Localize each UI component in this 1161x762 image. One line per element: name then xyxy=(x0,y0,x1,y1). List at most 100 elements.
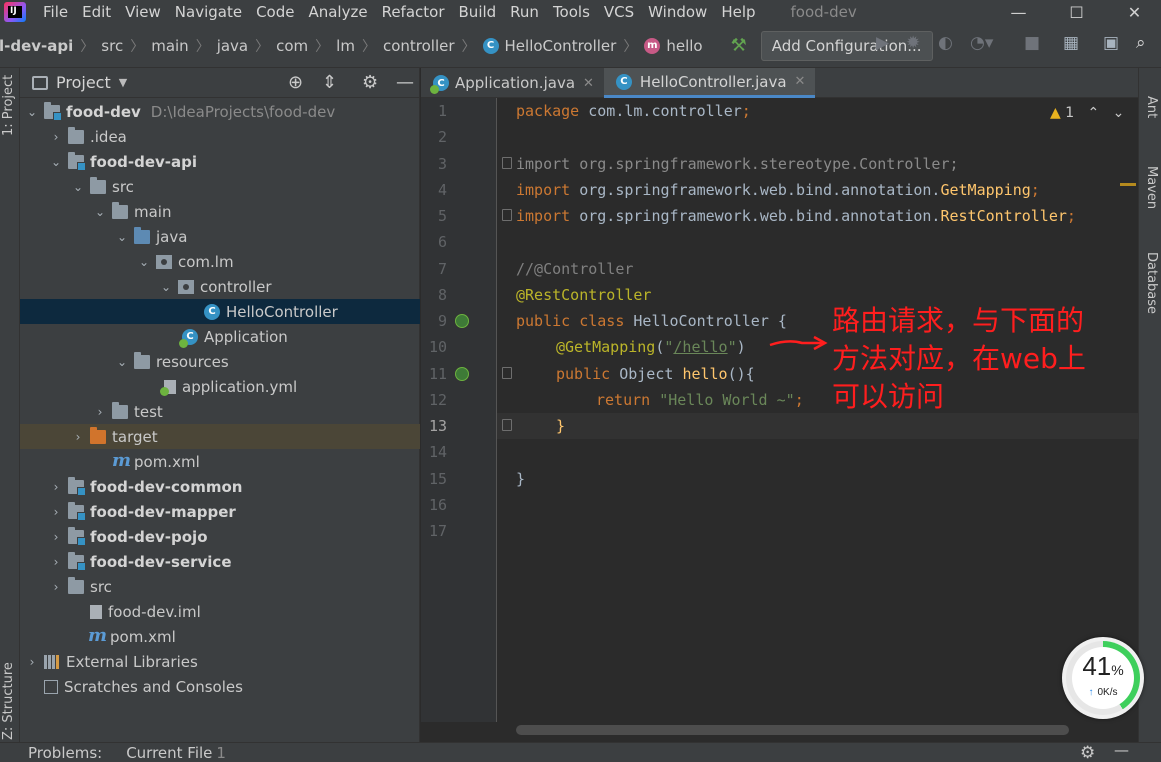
menu-navigate[interactable]: Navigate xyxy=(168,3,249,21)
menu-vcs[interactable]: VCS xyxy=(597,3,641,21)
breadcrumb-main[interactable]: main xyxy=(149,37,190,55)
chevron-right-icon[interactable]: › xyxy=(48,580,64,594)
ant-tool-tab[interactable]: Ant xyxy=(1144,96,1159,118)
project-structure-icon[interactable]: ▦ xyxy=(1063,33,1079,53)
spring-mapping-gutter-icon[interactable] xyxy=(455,367,469,381)
chevron-right-icon[interactable]: › xyxy=(48,130,64,144)
menu-analyze[interactable]: Analyze xyxy=(301,3,374,21)
tree-item-target[interactable]: › target xyxy=(20,424,420,449)
breadcrumb-class[interactable]: C HelloController xyxy=(481,37,619,55)
debug-icon[interactable]: ✹ xyxy=(906,33,920,53)
chevron-right-icon[interactable]: › xyxy=(24,655,40,669)
chevron-down-icon[interactable]: ⌄ xyxy=(70,180,86,194)
menu-build[interactable]: Build xyxy=(452,3,504,21)
gear-icon[interactable]: ⚙ xyxy=(362,72,378,93)
locate-file-icon[interactable]: ⊕ xyxy=(288,72,303,93)
horizontal-scrollbar[interactable] xyxy=(516,725,1069,735)
project-tool-tab[interactable]: 1: Project xyxy=(1,75,16,136)
tree-item-root-pom-xml[interactable]: ›mpom.xml xyxy=(20,624,420,649)
tree-item-controller[interactable]: ⌄ controller xyxy=(20,274,420,299)
current-file-tab[interactable]: Current File 1 xyxy=(126,744,226,762)
menu-file[interactable]: File xyxy=(36,3,75,21)
breadcrumb-src[interactable]: src xyxy=(99,37,125,55)
problems-tab[interactable]: Problems: xyxy=(28,744,102,762)
chevron-down-icon[interactable]: ⌄ xyxy=(114,230,130,244)
tree-item-food-dev-service[interactable]: › food-dev-service xyxy=(20,549,420,574)
close-tab-icon[interactable]: ✕ xyxy=(795,74,806,89)
tree-item-java[interactable]: ⌄ java xyxy=(20,224,420,249)
error-stripe-marker[interactable] xyxy=(1120,183,1136,186)
minimize-button[interactable]: — xyxy=(992,0,1045,24)
tree-item-external-libraries[interactable]: › External Libraries xyxy=(20,649,420,674)
run-icon[interactable]: ▶ xyxy=(876,33,889,53)
chevron-down-icon[interactable]: ⌄ xyxy=(136,255,152,269)
fold-marker-icon[interactable] xyxy=(502,157,512,169)
chevron-down-icon[interactable]: ⌄ xyxy=(48,155,64,169)
previous-highlight-icon[interactable]: ⌃ xyxy=(1088,105,1100,121)
menu-edit[interactable]: Edit xyxy=(75,3,118,21)
tab-hellocontroller-java[interactable]: C HelloController.java ✕ xyxy=(603,68,816,98)
tree-item-food-dev-iml[interactable]: ›food-dev.iml xyxy=(20,599,420,624)
spring-bean-gutter-icon[interactable] xyxy=(455,314,469,328)
menu-tools[interactable]: Tools xyxy=(546,3,597,21)
chevron-down-icon[interactable]: ⌄ xyxy=(24,105,40,119)
chevron-right-icon[interactable]: › xyxy=(48,505,64,519)
tree-item-main[interactable]: ⌄ main xyxy=(20,199,420,224)
tree-item-food-dev[interactable]: ⌄ food-dev D:\IdeaProjects\food-dev xyxy=(20,99,420,124)
gear-icon[interactable]: ⚙ xyxy=(1080,743,1095,762)
breadcrumb-lm[interactable]: lm xyxy=(334,37,357,55)
database-tool-tab[interactable]: Database xyxy=(1144,252,1159,314)
breadcrumb-module[interactable]: l-dev-api xyxy=(0,37,75,55)
tree-item-food-dev-api[interactable]: ⌄ food-dev-api xyxy=(20,149,420,174)
menu-view[interactable]: View xyxy=(118,3,168,21)
stop-icon[interactable]: ■ xyxy=(1024,33,1040,53)
next-highlight-icon[interactable]: ⌄ xyxy=(1113,105,1125,121)
tree-item-hellocontroller[interactable]: ›CHelloController xyxy=(20,299,420,324)
structure-tool-tab[interactable]: Z: Structure xyxy=(1,662,16,740)
chevron-down-icon[interactable]: ⌄ xyxy=(158,280,174,294)
chevron-down-icon[interactable]: ⌄ xyxy=(114,355,130,369)
menu-code[interactable]: Code xyxy=(249,3,301,21)
tree-item-com-lm[interactable]: ⌄ com.lm xyxy=(20,249,420,274)
tab-application-java[interactable]: C Application.java ✕ xyxy=(421,68,604,98)
collapse-all-icon[interactable]: ⇕ xyxy=(322,72,337,93)
tree-item-scratches[interactable]: ›Scratches and Consoles xyxy=(20,674,420,699)
project-view-selector[interactable]: Project xyxy=(56,73,111,92)
build-hammer-icon[interactable]: ⚒ xyxy=(731,35,747,56)
fold-marker-icon[interactable] xyxy=(502,209,512,221)
hide-panel-icon[interactable]: — xyxy=(1114,741,1129,759)
tree-item-root-src[interactable]: › src xyxy=(20,574,420,599)
tree-item-food-dev-common[interactable]: › food-dev-common xyxy=(20,474,420,499)
menu-help[interactable]: Help xyxy=(714,3,762,21)
tree-item-idea[interactable]: › .idea xyxy=(20,124,420,149)
tree-item-test[interactable]: › test xyxy=(20,399,420,424)
breadcrumb-controller[interactable]: controller xyxy=(381,37,457,55)
close-button[interactable]: ✕ xyxy=(1108,0,1161,24)
network-speed-widget[interactable]: 41% ↑ 0K/s xyxy=(1062,637,1144,719)
tree-item-food-dev-mapper[interactable]: › food-dev-mapper xyxy=(20,499,420,524)
tree-item-resources[interactable]: ⌄ resources xyxy=(20,349,420,374)
menu-run[interactable]: Run xyxy=(503,3,546,21)
tree-item-application[interactable]: ›CApplication xyxy=(20,324,420,349)
fold-marker-icon[interactable] xyxy=(502,367,512,379)
coverage-icon[interactable]: ◐ xyxy=(938,33,953,53)
terminal-icon[interactable]: ▣ xyxy=(1103,33,1119,53)
menu-refactor[interactable]: Refactor xyxy=(375,3,452,21)
chevron-down-icon[interactable]: ▼ xyxy=(119,76,127,89)
tree-item-src[interactable]: ⌄ src xyxy=(20,174,420,199)
maven-tool-tab[interactable]: Maven xyxy=(1144,166,1159,209)
chevron-right-icon[interactable]: › xyxy=(70,430,86,444)
tree-item-application-yml[interactable]: ›application.yml xyxy=(20,374,420,399)
chevron-right-icon[interactable]: › xyxy=(48,555,64,569)
close-tab-icon[interactable]: ✕ xyxy=(583,76,594,91)
menu-window[interactable]: Window xyxy=(641,3,714,21)
chevron-right-icon[interactable]: › xyxy=(48,530,64,544)
chevron-right-icon[interactable]: › xyxy=(48,480,64,494)
fold-marker-icon[interactable] xyxy=(502,419,512,431)
chevron-right-icon[interactable]: › xyxy=(92,405,108,419)
search-icon[interactable]: ⌕ xyxy=(1136,33,1146,53)
breadcrumb-com[interactable]: com xyxy=(274,37,310,55)
tree-item-pom-xml[interactable]: ›mpom.xml xyxy=(20,449,420,474)
inspection-warnings-widget[interactable]: ▲ 1 ⌃ ⌄ xyxy=(1050,105,1124,121)
hide-panel-icon[interactable]: — xyxy=(396,72,414,93)
